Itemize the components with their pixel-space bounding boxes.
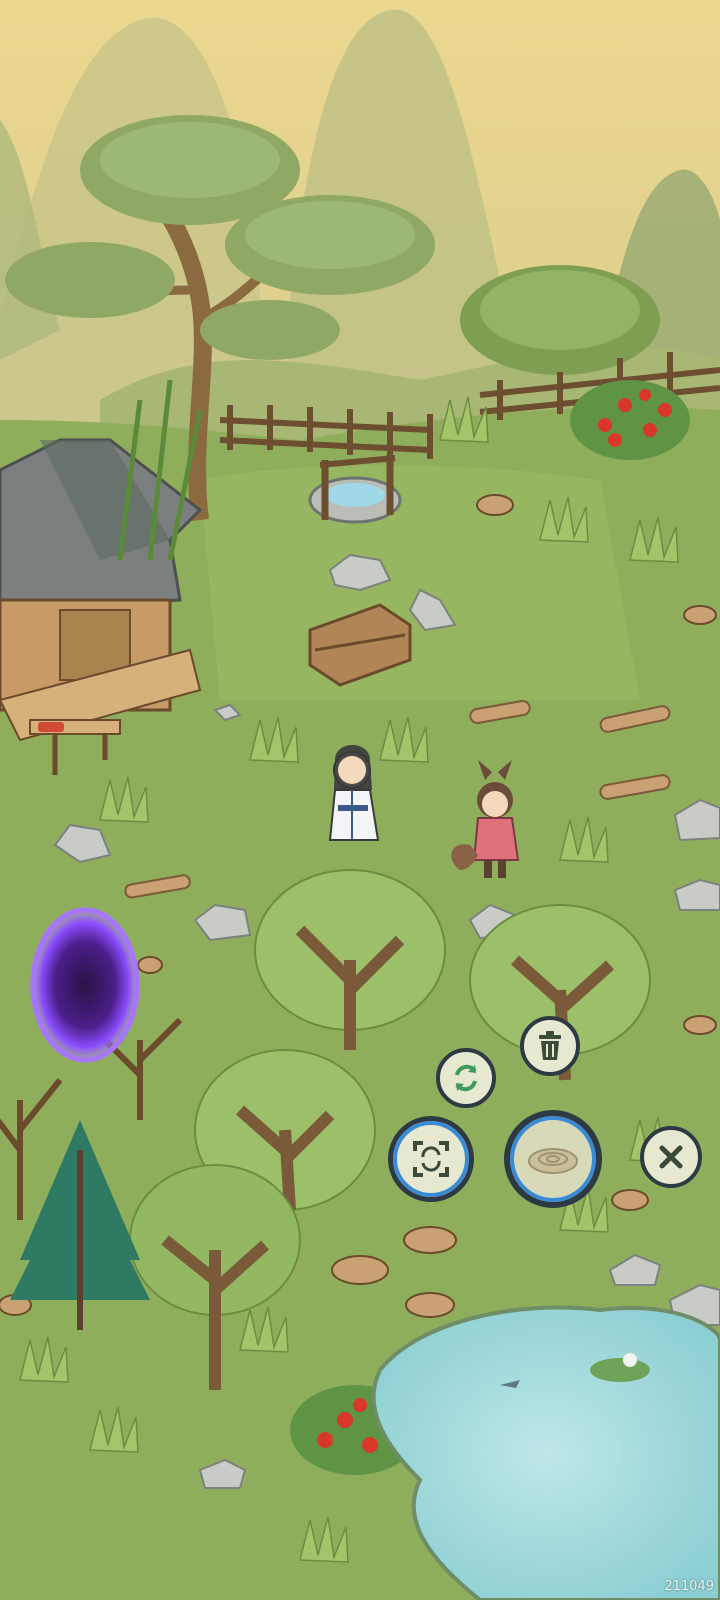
game-scene[interactable]: 211049 (0, 0, 720, 1600)
cancel-button[interactable] (640, 1126, 702, 1188)
rotate-button[interactable] (436, 1048, 496, 1108)
berry-bush-top (570, 380, 690, 460)
delete-button[interactable] (520, 1016, 580, 1076)
stump-preview-icon (528, 1148, 578, 1174)
confirm-placement-button[interactable] (504, 1110, 602, 1208)
move-button[interactable] (388, 1116, 474, 1202)
rotate-icon (455, 1064, 477, 1092)
tree-top-right (460, 265, 660, 375)
ground-light (200, 465, 640, 700)
close-icon (659, 1145, 683, 1169)
purple-portal[interactable] (30, 907, 140, 1063)
world-map[interactable] (0, 0, 720, 1600)
trash-icon (539, 1031, 561, 1060)
build-id-label: 211049 (664, 1579, 714, 1594)
move-icon (413, 1141, 449, 1177)
